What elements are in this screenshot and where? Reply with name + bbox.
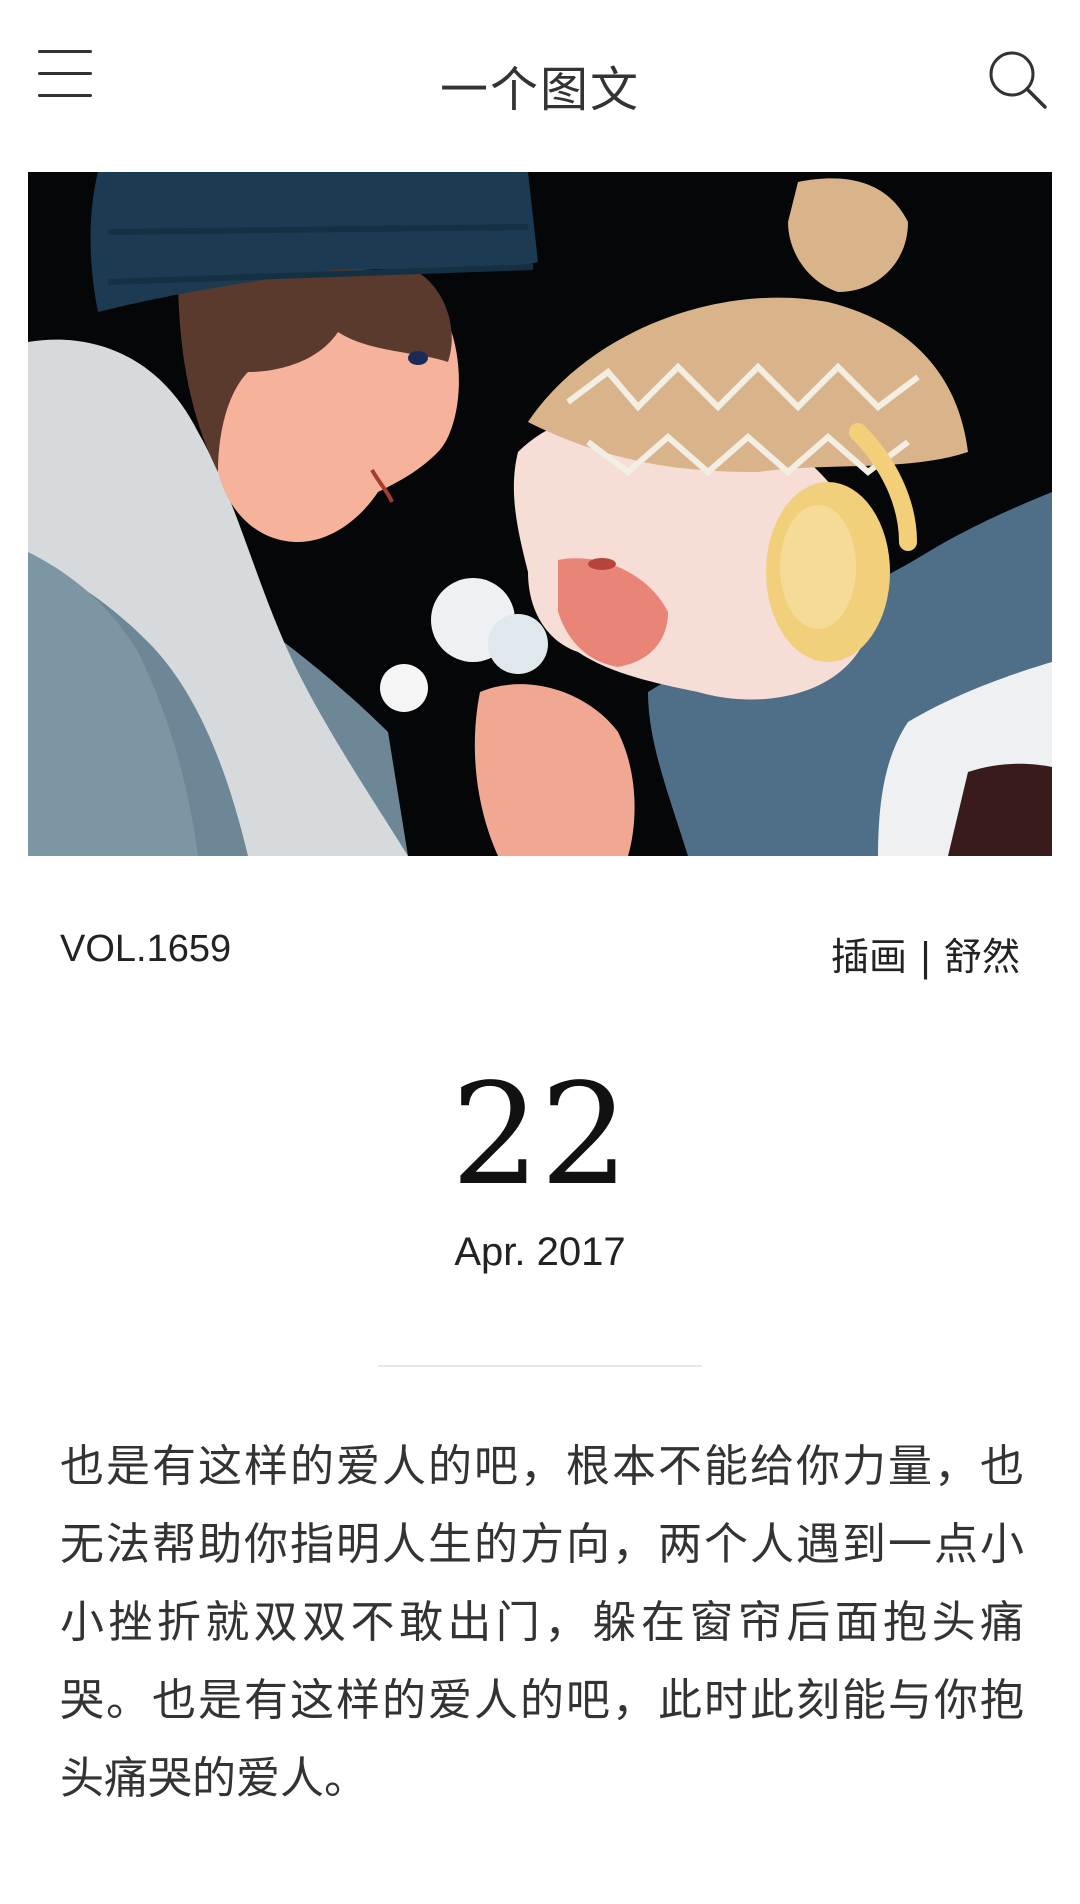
volume-number: VOL.1659 (60, 928, 232, 970)
date-day: 22 (450, 1054, 630, 1217)
search-icon[interactable] (988, 50, 1048, 110)
illustration-credit: 插画 | 舒然 (831, 935, 1020, 979)
divider (378, 1365, 702, 1367)
hero-illustration[interactable] (28, 172, 1052, 856)
date-month-year: Apr. 2017 (454, 1230, 626, 1274)
page-title: 一个图文 (439, 62, 640, 118)
illustration-image (28, 172, 1052, 856)
quote-text: 也是有这样的爱人的吧，根本不能给你力量，也无法帮助你指明人生的方向，两个人遇到一… (60, 1441, 1024, 1804)
top-bar: 一个图文 (0, 0, 1080, 160)
